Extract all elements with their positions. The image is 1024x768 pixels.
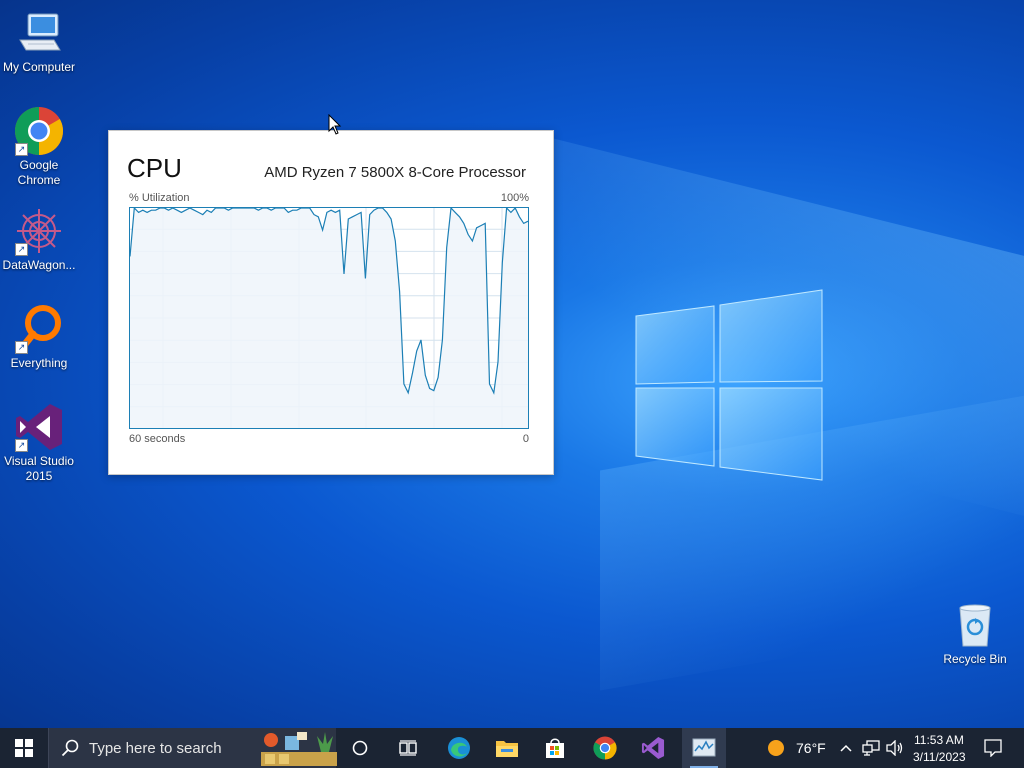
clock-date: 3/11/2023 [913,750,966,764]
cpu-utilization-graph [129,207,529,429]
chrome-icon [593,736,617,760]
computer-icon [14,8,64,58]
network-button[interactable] [860,728,882,768]
magnifier-icon: ↗ [14,304,64,354]
start-button[interactable] [0,728,48,768]
task-manager-icon [692,738,716,757]
utilization-area [130,208,528,428]
windows-logo-wallpaper [635,289,823,481]
taskbar-app-store[interactable] [534,728,576,768]
edge-icon [448,737,470,759]
shortcut-arrow-icon: ↗ [15,243,28,256]
mouse-cursor [328,114,342,135]
sun-weather-icon [768,740,784,756]
visual-studio-icon [641,736,665,760]
desktop-icon-label: Recycle Bin [943,652,1007,666]
taskbar-app-visual-studio[interactable] [632,728,674,768]
search-icon [61,739,79,757]
desktop-icon-label: DataWagon... [2,258,76,272]
cpu-title: CPU [127,153,182,183]
desktop: My Computer ↗ Google Chrome ↗ DataWagon.… [0,0,1024,728]
search-highlight-illustration-icon [261,732,337,766]
shortcut-arrow-icon: ↗ [15,439,28,452]
weather-temperature[interactable]: 76°F [796,740,826,756]
desktop-icon-google-chrome[interactable]: ↗ Google Chrome [0,106,78,188]
network-icon [862,740,880,756]
cortana-button[interactable] [340,728,380,768]
speaker-icon [886,740,903,756]
clock-time: 11:53 AM [914,733,964,747]
desktop-icon-label: Everything [10,356,68,370]
show-hidden-icons-button[interactable] [836,728,856,768]
desktop-icon-datawagon[interactable]: ↗ DataWagon... [0,206,78,273]
processor-name: AMD Ryzen 7 5800X 8-Core Processor [264,164,526,181]
datawagon-icon: ↗ [14,206,64,256]
desktop-icon-visual-studio-2015[interactable]: ↗ Visual Studio 2015 [0,402,78,484]
notification-icon [984,739,1002,757]
utilization-label: % Utilization [129,192,190,204]
shortcut-arrow-icon: ↗ [15,341,28,354]
taskbar-app-edge[interactable] [438,728,480,768]
windows-start-icon [15,739,33,757]
cortana-circle-icon [352,740,368,756]
search-placeholder: Type here to search [89,740,222,757]
desktop-icon-label: My Computer [2,60,76,74]
volume-button[interactable] [884,728,906,768]
time-span-label: 60 seconds [129,433,186,445]
task-view-icon [399,740,417,756]
visual-studio-icon: ↗ [14,402,64,452]
time-now-label: 0 [522,433,529,445]
max-utilization-label: 100% [500,192,529,204]
desktop-icon-label: Google Chrome [17,158,61,187]
shortcut-arrow-icon: ↗ [15,143,28,156]
chevron-up-icon [840,744,852,752]
desktop-icon-label: Visual Studio 2015 [4,454,74,483]
taskbar-app-chrome[interactable] [584,728,626,768]
desktop-icon-everything[interactable]: ↗ Everything [0,304,78,371]
store-bag-icon [546,738,564,758]
action-center-button[interactable] [978,728,1008,768]
taskbar-app-task-manager[interactable] [682,728,726,768]
taskbar: Type here to search 76°F 11:53 AM 3/11/2… [0,728,1024,768]
desktop-icon-my-computer[interactable]: My Computer [0,8,78,75]
desktop-icon-recycle-bin[interactable]: Recycle Bin [936,600,1014,667]
chrome-icon: ↗ [14,106,64,156]
task-view-button[interactable] [388,728,428,768]
recycle-bin-icon [950,600,1000,650]
taskbar-search-box[interactable]: Type here to search [48,728,337,768]
taskbar-app-file-explorer[interactable] [486,728,528,768]
folder-icon [496,741,518,757]
cpu-monitor-window[interactable]: CPU AMD Ryzen 7 5800X 8-Core Processor %… [108,130,554,475]
weather-widget[interactable] [764,728,788,768]
